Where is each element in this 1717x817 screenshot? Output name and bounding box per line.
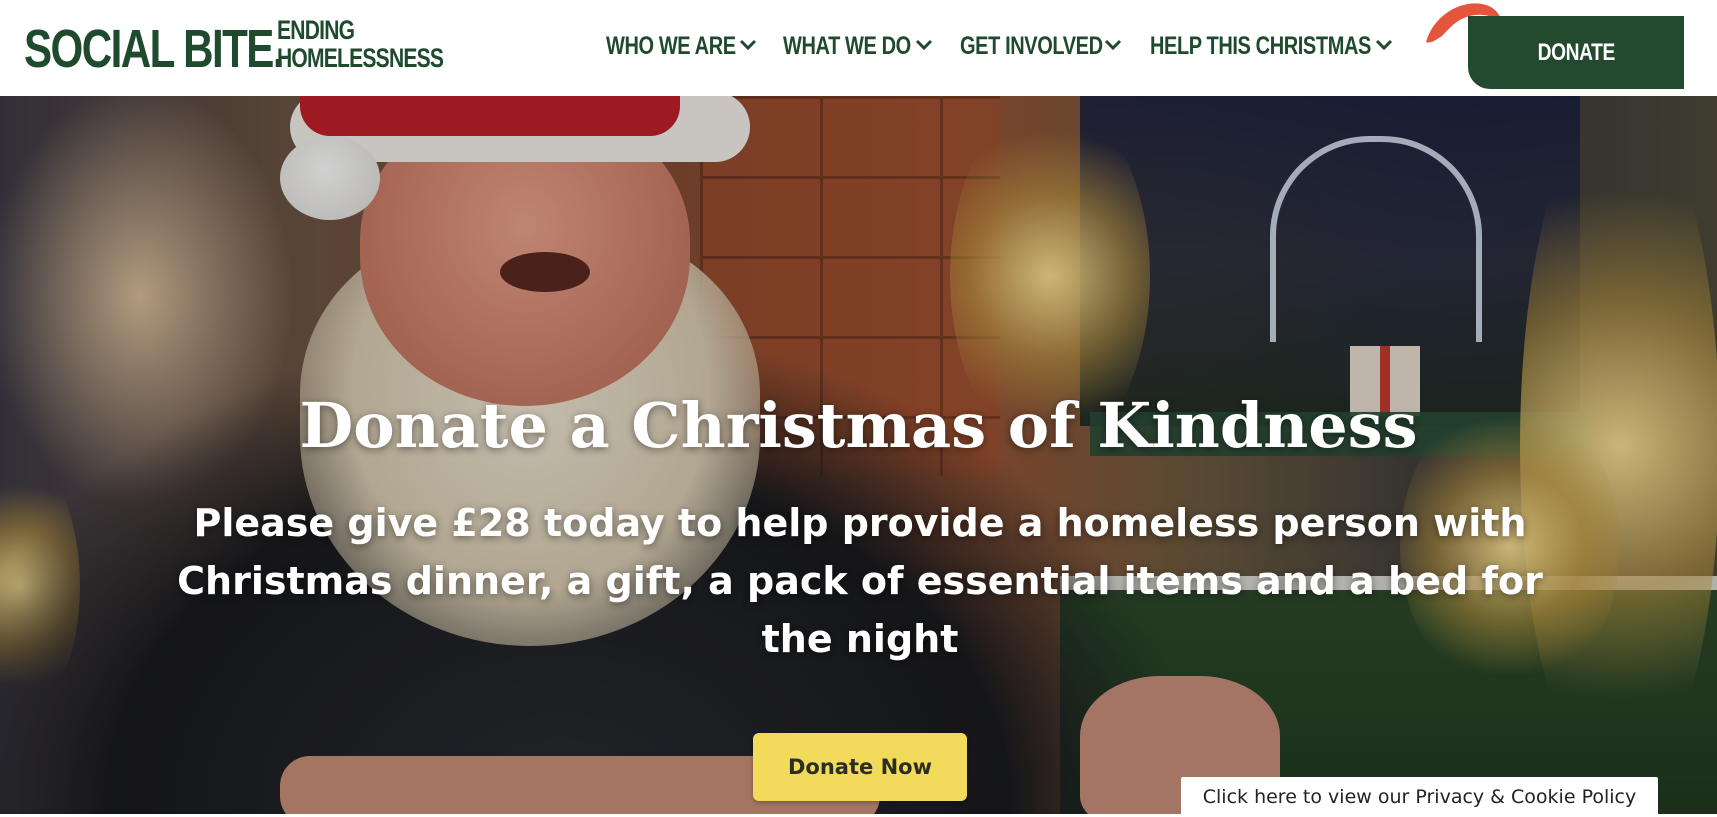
site-logo[interactable]: SOCIAL BITE. ENDING HOMELESSNESS (24, 14, 444, 79)
site-header: SOCIAL BITE. ENDING HOMELESSNESS WHO WE … (0, 0, 1717, 96)
donate-button[interactable]: DONATE (1468, 16, 1684, 89)
hero-title: Donate a Christmas of Kindness (299, 389, 1418, 462)
nav-label: GET INVOLVED (960, 31, 1103, 60)
chevron-down-icon (1375, 38, 1393, 52)
nav-item-help-this-christmas[interactable]: HELP THIS CHRISTMAS (1150, 29, 1396, 63)
chevron-down-icon (1104, 38, 1122, 52)
nav-item-what-we-do[interactable]: WHAT WE DO (783, 29, 935, 63)
nav-item-get-involved[interactable]: GET INVOLVED (960, 29, 1128, 63)
privacy-cookie-link[interactable]: Click here to view our Privacy & Cookie … (1181, 777, 1658, 817)
nav-item-who-we-are[interactable]: WHO WE ARE (606, 29, 760, 63)
hero-banner: Donate a Christmas of Kindness Please gi… (0, 96, 1717, 814)
logo-tagline: ENDING HOMELESSNESS (277, 15, 444, 73)
chevron-down-icon (915, 38, 933, 52)
nav-label: WHAT WE DO (783, 31, 911, 60)
donate-now-button[interactable]: Donate Now (753, 733, 967, 801)
donate-button-label: DONATE (1537, 38, 1615, 66)
nav-label: HELP THIS CHRISTMAS (1150, 31, 1371, 60)
logo-tagline-line1: ENDING (277, 15, 355, 45)
logo-tagline-line2: HOMELESSNESS (277, 43, 444, 73)
chevron-down-icon (739, 38, 757, 52)
logo-wordmark: SOCIAL BITE. (24, 19, 285, 79)
donate-now-label: Donate Now (788, 755, 932, 779)
hero-subtitle: Please give £28 today to help provide a … (177, 501, 1543, 661)
nav-label: WHO WE ARE (606, 31, 736, 60)
privacy-cookie-label: Click here to view our Privacy & Cookie … (1202, 786, 1637, 808)
